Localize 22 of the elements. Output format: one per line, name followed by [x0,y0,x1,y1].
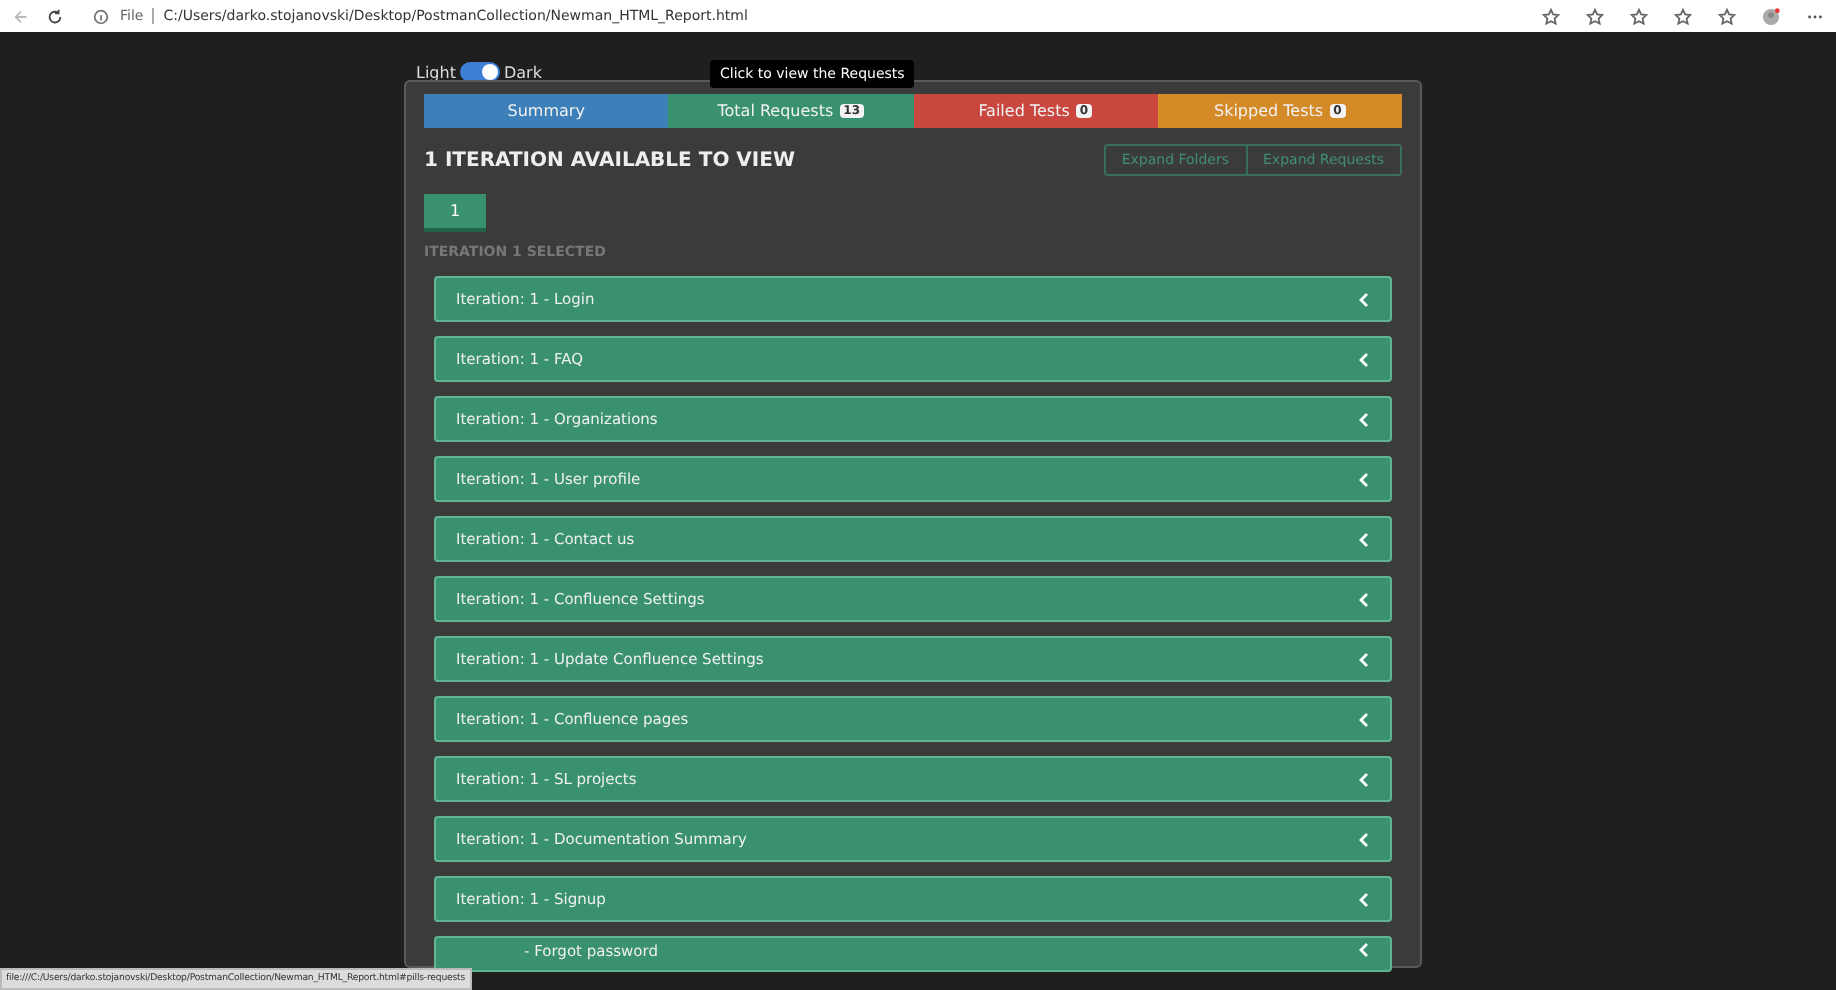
profile-icon[interactable] [1762,7,1780,25]
info-icon[interactable] [92,7,110,25]
reload-icon[interactable] [46,7,64,25]
chevron-icon[interactable] [1358,771,1370,787]
chevron-icon[interactable] [1358,531,1370,547]
section-heading: 1 ITERATION AVAILABLE TO VIEW [424,149,795,171]
chevron-icon[interactable] [1358,471,1370,487]
chevron-icon[interactable] [1358,351,1370,367]
star-icon[interactable] [1586,7,1604,25]
dark-label: Dark [503,63,542,81]
chevron-icon[interactable] [1358,942,1370,958]
chevron-icon[interactable] [1358,711,1370,727]
tab[interactable]: Summary [424,94,669,128]
chevron-icon[interactable] [1358,651,1370,667]
chevron-icon[interactable] [1358,831,1370,847]
chevron-icon[interactable] [1358,591,1370,607]
theme-switch[interactable] [459,62,500,82]
light-label: Light [416,63,456,81]
iteration-button[interactable]: 1 [424,194,486,232]
chevron-icon[interactable] [1358,291,1370,307]
chevron-icon[interactable] [1358,891,1370,907]
chevron-icon[interactable] [1358,411,1370,427]
